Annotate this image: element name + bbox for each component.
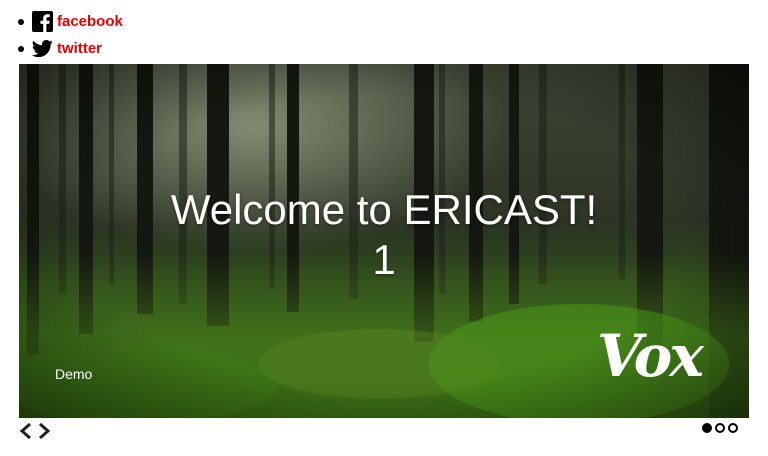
facebook-label: facebook	[57, 13, 123, 30]
list-bullet	[18, 18, 24, 25]
social-item-facebook: facebook	[18, 8, 123, 35]
image-slider[interactable]: Welcome to ERICAST! 1 Demo Vox	[19, 64, 749, 418]
facebook-link[interactable]: facebook	[32, 11, 123, 32]
next-arrow-icon[interactable]	[36, 420, 52, 442]
twitter-link[interactable]: twitter	[32, 38, 102, 59]
slide-title: Welcome to ERICAST!	[170, 186, 598, 233]
slider-navigation	[18, 420, 52, 442]
slide-dot-3[interactable]	[728, 423, 738, 433]
slide-caption: Demo	[55, 366, 93, 382]
social-item-twitter: twitter	[18, 35, 123, 62]
vox-logo: Vox	[597, 322, 704, 390]
list-bullet	[18, 45, 24, 52]
twitter-icon	[32, 40, 53, 58]
slide-dot-1[interactable]	[702, 423, 712, 433]
slider-pagination	[702, 423, 738, 433]
twitter-label: twitter	[57, 40, 102, 57]
slide-number: 1	[372, 236, 396, 283]
previous-arrow-icon[interactable]	[18, 420, 34, 442]
social-links: facebook twitter	[18, 8, 123, 62]
slide-dot-2[interactable]	[715, 423, 725, 433]
facebook-icon	[32, 11, 53, 32]
